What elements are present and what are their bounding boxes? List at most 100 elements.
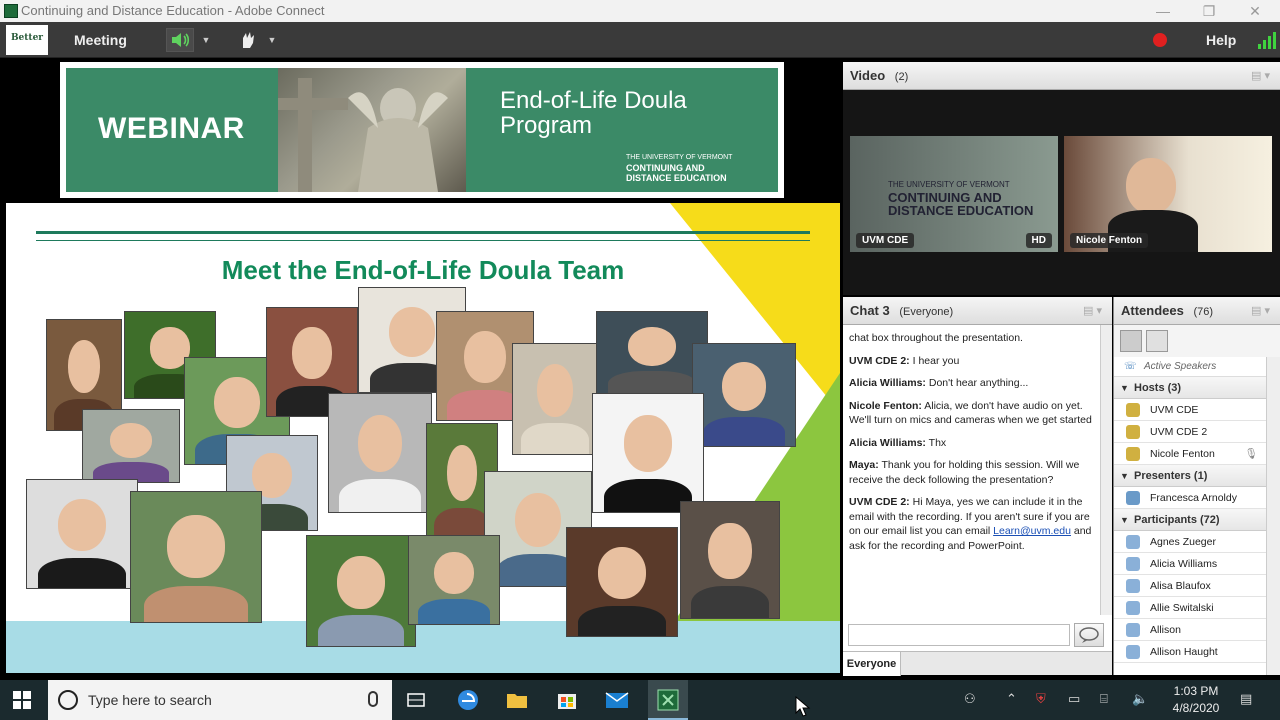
team-photo: [306, 535, 416, 647]
slide-rule-thin: [36, 240, 810, 241]
send-message-button[interactable]: [1074, 623, 1104, 647]
attendee-row[interactable]: Francesca Arnoldy: [1114, 487, 1266, 509]
volume-icon[interactable]: 🔈: [1132, 691, 1148, 707]
team-photo: [130, 491, 262, 623]
mail-icon[interactable]: [599, 686, 635, 714]
attendee-view-icon[interactable]: [1146, 330, 1168, 352]
angel-statue-image: [278, 78, 448, 192]
attendees-pod-title: Attendees: [1121, 303, 1184, 318]
collapse-icon: ▼: [1120, 471, 1129, 481]
network-icon[interactable]: ⌸: [1100, 691, 1108, 707]
microphone-icon[interactable]: [368, 691, 378, 707]
chat-message: Nicole Fenton: Alicia, we don't have aud…: [849, 399, 1092, 428]
pod-options-icon[interactable]: ▤ ▾: [1251, 62, 1270, 90]
team-photo: [680, 501, 780, 619]
banner-webinar-label: WEBINAR: [98, 112, 245, 145]
pod-options-icon[interactable]: ▤ ▾: [1083, 297, 1102, 325]
window-titlebar: Continuing and Distance Education - Adob…: [0, 0, 1280, 22]
raise-hand-button[interactable]: [234, 28, 262, 52]
attendee-row[interactable]: UVM CDE: [1114, 399, 1266, 421]
banner-title-line1: End-of-Life Doula: [500, 87, 687, 114]
attendee-row[interactable]: Allie Switalski: [1114, 597, 1266, 619]
hosts-group[interactable]: ▼ Hosts (3): [1114, 377, 1266, 399]
chat-sender: Nicole Fenton:: [849, 399, 922, 412]
chat-message-text: Thank you for holding this session. Will…: [849, 459, 1080, 486]
chat-input[interactable]: [848, 624, 1070, 646]
meeting-menu[interactable]: Meeting: [74, 22, 127, 58]
slide-blue-strip: [6, 621, 840, 673]
video-pod: Video (2) ▤ ▾ THE UNIVERSITY OF VERMONT …: [843, 62, 1280, 295]
uvm-video-logo: THE UNIVERSITY OF VERMONT CONTINUING AND…: [888, 178, 1033, 217]
record-icon[interactable]: [1153, 33, 1167, 47]
battery-icon[interactable]: ▭: [1068, 691, 1080, 707]
active-speakers: ☏ Active Speakers: [1114, 357, 1266, 377]
presentation-slide: Meet the End-of-Life Doula Team: [6, 203, 840, 673]
taskbar-clock[interactable]: 1:03 PM 4/8/2020: [1160, 683, 1232, 717]
banner-program-title: End-of-Life Doula Program: [500, 88, 687, 138]
mouse-cursor-icon: [795, 696, 811, 717]
speaker-button[interactable]: [166, 28, 194, 52]
speaker-dropdown[interactable]: ▼: [196, 28, 216, 52]
show-hidden-icons-chevron[interactable]: ⌃: [1006, 691, 1017, 707]
task-view-icon[interactable]: [398, 686, 434, 714]
hosts-label: Hosts (3): [1134, 382, 1182, 394]
pod-options-icon[interactable]: ▤ ▾: [1251, 297, 1270, 325]
minimize-button[interactable]: —: [1140, 0, 1186, 22]
attendee-row[interactable]: Agnes Zueger: [1114, 531, 1266, 553]
participants-group[interactable]: ▼ Participants (72): [1114, 509, 1266, 531]
search-placeholder: Type here to search: [88, 692, 212, 708]
attendee-row[interactable]: Allison Haught: [1114, 641, 1266, 663]
video-feed-nicole-fenton[interactable]: Nicole Fenton: [1064, 136, 1272, 252]
email-link[interactable]: Learn@uvm.edu: [993, 525, 1071, 537]
team-photo: [26, 479, 138, 589]
webinar-banner: WEBINAR End-of-Life Doula Program THE UN…: [60, 62, 784, 198]
attendee-name: UVM CDE: [1150, 404, 1199, 416]
status-dropdown[interactable]: ▼: [262, 28, 282, 52]
edge-icon[interactable]: [450, 686, 486, 714]
attendee-name: Alicia Williams: [1150, 558, 1218, 570]
collapse-icon: ▼: [1120, 515, 1129, 525]
attendee-name: Allison Haught: [1150, 646, 1218, 658]
help-menu[interactable]: Help: [1206, 22, 1236, 58]
tab-everyone[interactable]: Everyone: [843, 652, 901, 676]
attendee-row[interactable]: Allison: [1114, 619, 1266, 641]
team-photo: [592, 393, 704, 513]
banner-angel-photo: [278, 68, 466, 192]
window-title: Continuing and Distance Education - Adob…: [21, 3, 325, 18]
slide-heading: Meet the End-of-Life Doula Team: [221, 255, 625, 285]
collapse-icon: ▼: [1120, 383, 1129, 393]
chat-sender: UVM CDE 2:: [849, 354, 910, 367]
taskbar-search[interactable]: Type here to search: [48, 680, 392, 720]
attendee-row[interactable]: Alicia Williams: [1114, 553, 1266, 575]
participant-icon: [1126, 557, 1140, 571]
restore-button[interactable]: ❐: [1186, 0, 1232, 22]
video-label: UVM CDE: [856, 233, 915, 248]
video-label: Nicole Fenton: [1070, 233, 1149, 248]
participant-icon: [1126, 601, 1140, 615]
video-feed-uvm-cde[interactable]: THE UNIVERSITY OF VERMONT CONTINUING AND…: [850, 136, 1058, 252]
signal-icon: [1258, 32, 1276, 49]
attendee-row[interactable]: Nicole Fenton 🎙: [1114, 443, 1266, 465]
chat-messages: chat box throughout the presentation. UV…: [843, 325, 1098, 615]
meeting-menubar: Better Meeting ▼ ▼ Help: [0, 22, 1280, 58]
file-explorer-icon[interactable]: [499, 686, 535, 714]
presenters-group[interactable]: ▼ Presenters (1): [1114, 465, 1266, 487]
store-icon[interactable]: [549, 686, 585, 714]
logo: Better: [6, 25, 48, 55]
adobe-connect-taskbar-button[interactable]: [648, 680, 688, 720]
attendee-row[interactable]: Alisa Blaufox: [1114, 575, 1266, 597]
attendee-scrollbar[interactable]: [1266, 357, 1280, 675]
list-view-icon[interactable]: [1120, 330, 1142, 352]
slide-rule-top: [36, 231, 810, 234]
uvm-cde-logo: THE UNIVERSITY OF VERMONT CONTINUING AND…: [626, 153, 732, 183]
chat-scrollbar[interactable]: [1100, 325, 1112, 615]
attendee-name: Nicole Fenton: [1150, 448, 1215, 460]
people-icon[interactable]: ⚇: [964, 691, 976, 707]
attendee-row[interactable]: UVM CDE 2: [1114, 421, 1266, 443]
windows-taskbar: Type here to search ⚇ ⌃ ⛨ ▭ ⌸ 🔈 1:03 PM …: [0, 680, 1280, 720]
windows-start-icon[interactable]: [13, 691, 31, 709]
notifications-icon[interactable]: ▤: [1240, 691, 1252, 707]
security-icon[interactable]: ⛨: [1036, 691, 1046, 707]
close-button[interactable]: ✕: [1232, 0, 1278, 22]
chat-pod-title: Chat 3: [850, 303, 890, 318]
